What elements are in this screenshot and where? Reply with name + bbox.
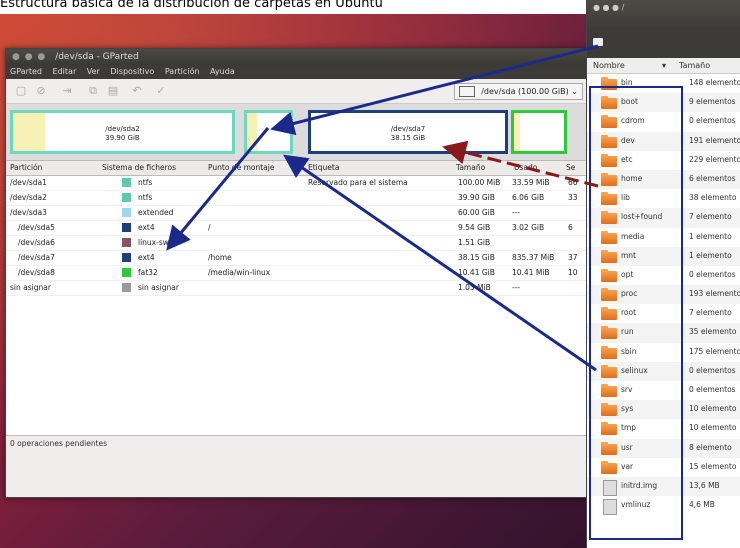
arrow-root-to-sda5 — [270, 44, 599, 136]
arrow-sda5-to-ext4 — [166, 127, 270, 251]
annotation-arrows — [166, 44, 599, 372]
arrow-media-to-sda8 — [283, 154, 597, 372]
arrow-home-to-sda7 — [442, 140, 599, 188]
